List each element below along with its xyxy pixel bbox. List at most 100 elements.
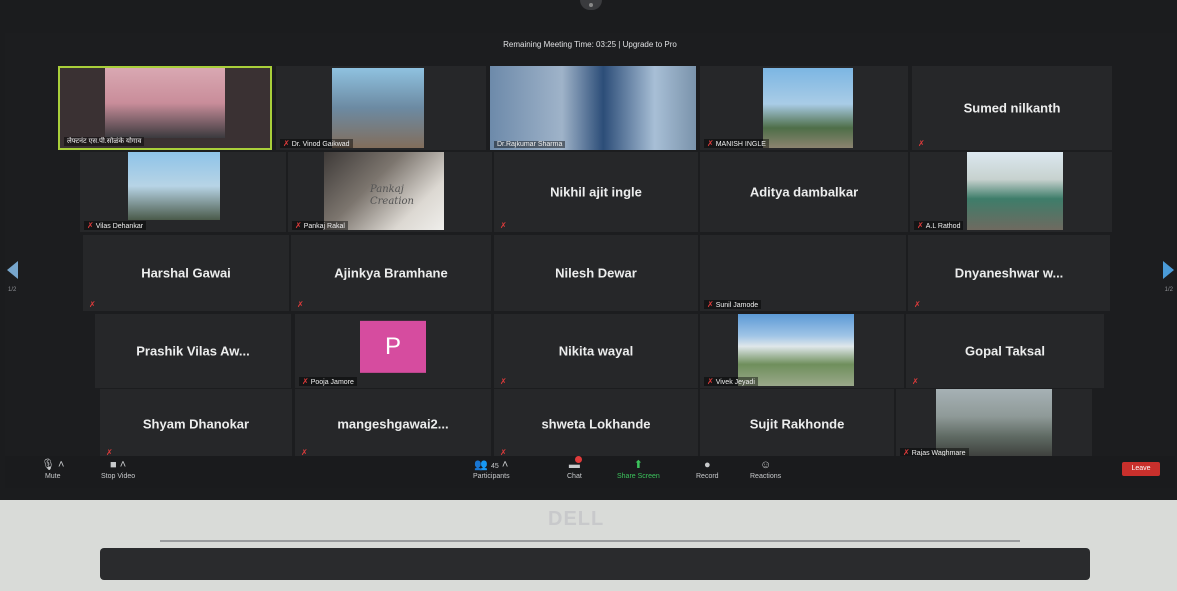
- participant-tile[interactable]: ✗ MANISH INGLE: [700, 66, 908, 150]
- participant-name-display: mangeshgawai2...: [337, 416, 449, 432]
- chat-icon: ▬: [567, 456, 582, 471]
- mute-button[interactable]: 🎙︎ ˄ Mute: [41, 459, 64, 480]
- zoom-meeting-window: Remaining Meeting Time: 03:25 | Upgrade …: [5, 33, 1175, 488]
- participant-name-label: Pooja Jamore: [310, 379, 354, 386]
- chat-unread-badge: [574, 456, 582, 463]
- participant-tile[interactable]: ✗ Vilas Dehankar: [80, 152, 286, 232]
- participant-name-display: Gopal Taksal: [965, 343, 1045, 359]
- participant-tile[interactable]: ✗ Vivek Jeyadi: [700, 314, 904, 388]
- participants-icon: 👥 45 ˄: [474, 459, 509, 471]
- participant-tile[interactable]: Harshal Gawai ✗: [83, 235, 289, 311]
- participant-video: [332, 68, 424, 148]
- muted-mic-icon: ✗: [500, 221, 507, 230]
- participant-tile[interactable]: Shyam Dhanokar ✗: [100, 389, 292, 459]
- participant-tile[interactable]: Gopal Taksal ✗: [906, 314, 1104, 388]
- laptop-hinge: [100, 548, 1090, 580]
- participant-tile[interactable]: Nilesh Dewar: [494, 235, 698, 311]
- share-screen-icon: ⬆: [633, 459, 644, 471]
- participants-button[interactable]: 👥 45 ˄ Participants: [473, 459, 510, 480]
- share-screen-label: Share Screen: [617, 473, 660, 480]
- participant-name-display: Sujit Rakhonde: [749, 416, 845, 432]
- record-label: Record: [696, 473, 719, 480]
- participant-video: [763, 68, 853, 148]
- dell-logo: DELL: [548, 508, 605, 530]
- reactions-icon: ☺: [759, 459, 772, 471]
- leave-button[interactable]: Leave: [1122, 462, 1160, 476]
- participant-name-tag: ✗ Pooja Jamore: [299, 377, 357, 386]
- reactions-label: Reactions: [750, 473, 782, 480]
- participant-tile[interactable]: ✗ Rajas Waghmare: [896, 389, 1092, 459]
- participant-name-display: Sumed nilkanth: [963, 100, 1061, 116]
- stop-video-button[interactable]: ■ ˄ Stop Video: [101, 459, 135, 480]
- participant-tile[interactable]: mangeshgawai2... ✗: [295, 389, 491, 459]
- muted-mic-icon: ✗: [707, 377, 714, 386]
- participant-name-display: Ajinkya Bramhane: [334, 265, 448, 281]
- participant-video: Pankaj Creation: [324, 152, 444, 230]
- participant-tile[interactable]: Dr.Rajkumar Sharma: [490, 66, 696, 150]
- muted-mic-icon: ✗: [89, 300, 96, 309]
- participant-video: [128, 152, 220, 220]
- muted-mic-icon: ✗: [302, 377, 309, 386]
- record-button[interactable]: ● Record: [696, 459, 719, 480]
- participant-tile[interactable]: Ajinkya Bramhane ✗: [291, 235, 491, 311]
- participant-tile[interactable]: लेफ्टनंट एस.पी.सोळंके योगाव: [58, 66, 272, 150]
- participant-name-label: Dr. Vinod Gaikwad: [291, 141, 350, 148]
- participant-tile[interactable]: Dnyaneshwar w... ✗: [908, 235, 1110, 311]
- muted-mic-icon: ✗: [283, 139, 290, 148]
- participant-tile[interactable]: P ✗ Pooja Jamore: [295, 314, 491, 388]
- laptop-hinge-line: [160, 540, 1020, 542]
- participant-name-tag: ✗ Sunil Jamode: [704, 300, 762, 309]
- participant-name-label: A.L Rathod: [925, 223, 961, 230]
- participant-video: [936, 389, 1052, 457]
- laptop-bezel: Remaining Meeting Time: 03:25 | Upgrade …: [0, 0, 1177, 500]
- webcam-lens: [589, 3, 593, 7]
- participant-video: [105, 68, 225, 138]
- meeting-time-banner[interactable]: Remaining Meeting Time: 03:25 | Upgrade …: [5, 33, 1175, 59]
- participant-tile[interactable]: Pankaj Creation ✗ Pankaj Rakal: [288, 152, 492, 232]
- participant-name-tag: लेफ्टनंट एस.पी.सोळंके योगाव: [64, 137, 145, 146]
- muted-mic-icon: ✗: [912, 377, 919, 386]
- meeting-toolbar: 🎙︎ ˄ Mute ■ ˄ Stop Video 👥 45 ˄ Particip…: [5, 456, 1175, 488]
- participant-tile[interactable]: Nikita wayal ✗: [494, 314, 698, 388]
- participant-name-display: Nikita wayal: [558, 343, 634, 359]
- share-screen-button[interactable]: ⬆ Share Screen: [617, 459, 660, 480]
- muted-mic-icon: ✗: [914, 300, 921, 309]
- page-indicator-right: 1/2: [1164, 287, 1173, 293]
- prev-page-arrow-icon[interactable]: [7, 261, 18, 279]
- participant-tile[interactable]: Sumed nilkanth ✗: [912, 66, 1112, 150]
- video-overlay-text: Pankaj Creation: [370, 184, 414, 207]
- participant-name-label: MANISH INGLE: [715, 141, 766, 148]
- participants-count: 45: [491, 463, 499, 470]
- participant-tile[interactable]: Prashik Vilas Aw...: [95, 314, 291, 388]
- participant-name-display: Aditya dambalkar: [749, 184, 859, 200]
- participant-name-label: Vivek Jeyadi: [715, 379, 755, 386]
- participant-video: [490, 66, 696, 150]
- next-page-arrow-icon[interactable]: [1163, 261, 1174, 279]
- participant-name-tag: ✗ MANISH INGLE: [704, 139, 769, 148]
- participant-name-display: shweta Lokhande: [541, 416, 651, 432]
- participant-tile[interactable]: shweta Lokhande ✗: [494, 389, 698, 459]
- participant-name-display: Harshal Gawai: [141, 265, 231, 281]
- participant-avatar: P: [360, 320, 426, 373]
- participant-tile[interactable]: Nikhil ajit ingle ✗: [494, 152, 698, 232]
- reactions-button[interactable]: ☺ Reactions: [750, 459, 781, 480]
- record-icon: ●: [703, 459, 711, 471]
- participant-tile[interactable]: ✗ A.L Rathod: [910, 152, 1112, 232]
- muted-mic-icon: ✗: [500, 377, 507, 386]
- participants-label: Participants: [473, 473, 510, 480]
- chat-button[interactable]: ▬ Chat: [567, 456, 582, 480]
- participant-tile[interactable]: ✗ Sunil Jamode: [700, 235, 906, 311]
- participant-name-tag: ✗ Vilas Dehankar: [84, 221, 147, 230]
- muted-mic-icon: ✗: [87, 221, 94, 230]
- muted-mic-icon: ✗: [707, 300, 714, 309]
- video-camera-icon: ■ ˄: [110, 459, 127, 471]
- participant-video: [738, 314, 854, 386]
- participant-tile[interactable]: Sujit Rakhonde: [700, 389, 894, 459]
- participant-tile[interactable]: Aditya dambalkar: [700, 152, 908, 232]
- participant-name-display: Nikhil ajit ingle: [550, 184, 642, 200]
- participant-name-display: Prashik Vilas Aw...: [136, 343, 250, 359]
- muted-mic-icon: ✗: [917, 221, 924, 230]
- muted-mic-icon: ✗: [297, 300, 304, 309]
- participant-name-tag: Dr.Rajkumar Sharma: [494, 141, 566, 148]
- participant-tile[interactable]: ✗ Dr. Vinod Gaikwad: [276, 66, 486, 150]
